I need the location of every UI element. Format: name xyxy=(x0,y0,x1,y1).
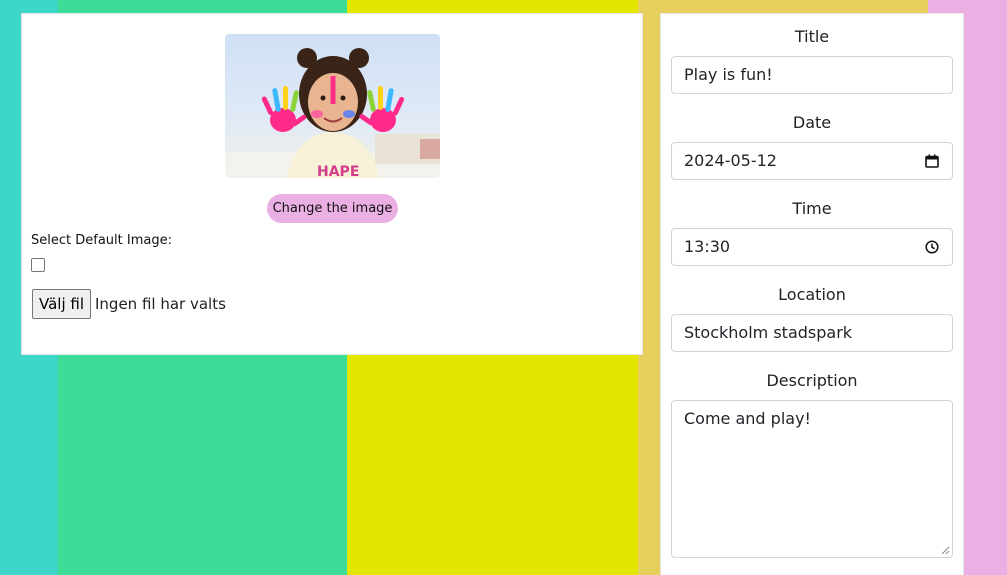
description-label: Description xyxy=(766,371,858,390)
time-value: 13:30 xyxy=(684,237,731,256)
description-value: Come and play! xyxy=(684,409,811,428)
title-label: Title xyxy=(794,27,830,46)
event-image: HAPE xyxy=(225,34,440,178)
title-value: Play is fun! xyxy=(684,65,773,84)
date-value: 2024-05-12 xyxy=(684,151,777,170)
location-label: Location xyxy=(778,285,846,304)
description-textarea[interactable]: Come and play! xyxy=(671,400,953,558)
default-image-checkbox[interactable] xyxy=(31,258,45,272)
calendar-icon[interactable] xyxy=(925,154,939,168)
location-input[interactable]: Stockholm stadspark xyxy=(671,314,953,352)
svg-text:HAPE: HAPE xyxy=(317,164,359,178)
default-image-label: Select Default Image: xyxy=(31,233,172,248)
time-label: Time xyxy=(792,199,832,218)
date-input[interactable]: 2024-05-12 xyxy=(671,142,953,180)
event-photo-illustration: HAPE xyxy=(225,48,440,178)
clock-icon[interactable] xyxy=(925,240,939,254)
date-label: Date xyxy=(792,113,832,132)
location-value: Stockholm stadspark xyxy=(684,323,853,342)
time-input[interactable]: 13:30 xyxy=(671,228,953,266)
title-input[interactable]: Play is fun! xyxy=(671,56,953,94)
resize-grip-icon[interactable] xyxy=(941,546,950,555)
change-image-button[interactable]: Change the image xyxy=(267,194,398,223)
image-panel: HAPE Change the image Select Default Ima… xyxy=(21,13,643,355)
choose-file-button[interactable]: Välj fil xyxy=(32,289,91,319)
event-form: Title Play is fun! Date 2024-05-12 Time … xyxy=(660,13,964,575)
file-status-text: Ingen fil har valts xyxy=(95,295,226,313)
